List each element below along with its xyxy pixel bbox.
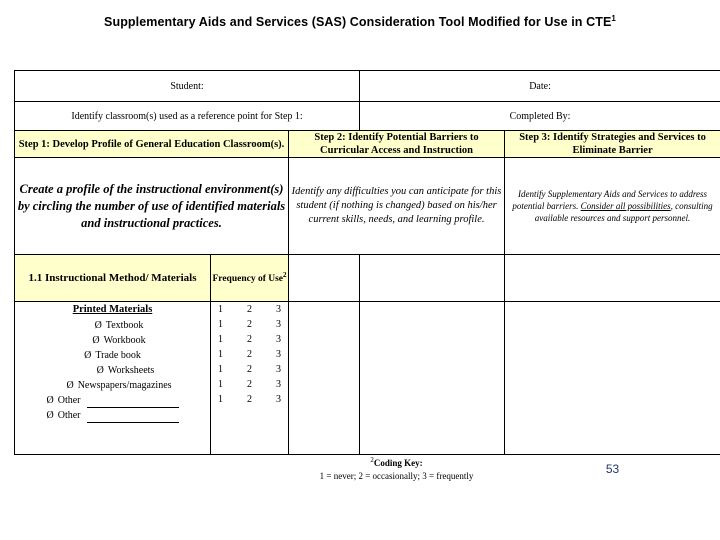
printed-materials-list: Printed Materials Ø Textbook Ø Workbook Ø Tra… [14,301,211,456]
date-field[interactable]: Date: [359,70,720,102]
table-row-materials: Printed Materials Ø Textbook Ø Workbook Ø Tra… [14,301,720,456]
material-item-label: Textbook [105,320,144,331]
frequency-rating-grid[interactable]: 1 2 3 1 2 3 1 2 3 1 2 3 1 2 3 1 2 3 1 2 3 [210,301,289,456]
frequency-row[interactable]: 1 2 3 [211,332,288,347]
step-2-heading: Step 2: Identify Potential Barriers to C… [287,129,506,159]
page-number: 53 [605,462,620,477]
frequency-option[interactable]: 2 [245,377,254,392]
table-row-coding-key: 2Coding Key: 1 = never; 2 = occasionally… [15,455,720,484]
barriers-entry-cell-1[interactable] [287,301,361,456]
step-3-description: Identify Supplementary Aids and Services… [504,157,720,256]
material-item-label: Worksheets [107,365,155,376]
page-title-footnote-marker: 1 [611,14,616,23]
material-item[interactable]: Ø Other [15,408,210,423]
frequency-option[interactable]: 3 [274,377,283,392]
material-item[interactable]: Ø Trade book [15,348,210,363]
frequency-option[interactable]: 1 [216,302,225,317]
material-item-label: Other [57,410,81,421]
checkbox-icon[interactable]: Ø [46,410,53,421]
table-row-reference-completedby: Identify classroom(s) used as a referenc… [13,101,720,131]
frequency-option[interactable]: 3 [274,347,283,362]
frequency-of-use-label: Frequency of Use [212,274,284,285]
material-item[interactable]: Ø Other [15,393,210,408]
material-item[interactable]: Ø Worksheets [15,363,210,378]
frequency-rows: 1 2 3 1 2 3 1 2 3 1 2 3 1 2 3 1 2 3 1 2 3 [211,302,288,407]
printed-materials-title: Printed Materials [72,304,153,316]
step-2-entry-cell-2[interactable] [359,254,506,303]
step-3-description-emphasis: Consider all possibilities [580,201,671,212]
reference-classroom-field[interactable]: Identify classroom(s) used as a referenc… [13,101,361,131]
frequency-option[interactable]: 2 [245,317,254,332]
frequency-option[interactable]: 2 [245,332,254,347]
frequency-option[interactable]: 1 [216,377,225,392]
frequency-row[interactable]: 1 2 3 [211,377,288,392]
coding-key: 2Coding Key: 1 = never; 2 = occasionally… [289,455,505,484]
student-field[interactable]: Student: [13,70,361,102]
frequency-row[interactable]: 1 2 3 [211,302,288,317]
table-row-subsection-headers: 1.1 Instructional Method/ Materials Freq… [14,254,720,303]
coding-key-title: Coding Key: [373,458,423,469]
document-page: Supplementary Aids and Services (SAS) Co… [0,0,720,540]
frequency-option[interactable]: 2 [245,302,254,317]
table-row-step-descriptions: Create a profile of the instructional en… [14,157,720,256]
frequency-of-use-header: Frequency of Use2 [210,254,289,303]
frequency-option[interactable]: 2 [245,347,254,362]
frequency-footnote-marker: 2 [283,271,287,279]
frequency-option[interactable]: 1 [216,347,225,362]
material-item[interactable]: Ø Workbook [15,333,210,348]
frequency-row[interactable]: 1 2 3 [211,392,288,407]
write-in-blank[interactable] [86,412,179,423]
frequency-option[interactable]: 3 [274,302,283,317]
write-in-blank[interactable] [86,397,179,408]
frequency-option[interactable]: 1 [216,362,225,377]
barriers-entry-cell-2[interactable] [359,301,506,456]
frequency-option[interactable]: 1 [216,317,225,332]
frequency-option[interactable]: 1 [216,332,225,347]
sas-consideration-table: Student: Date: Identify classroom(s) use… [13,70,720,484]
frequency-option[interactable]: 2 [245,392,254,407]
table-row-student-date: Student: Date: [13,70,720,102]
step-2-entry-cell-1[interactable] [287,254,361,303]
coding-key-legend: 1 = never; 2 = occasionally; 3 = frequen… [319,471,474,482]
materials-items: Ø Textbook Ø Workbook Ø Trade book Ø Worksheets… [15,318,210,423]
checkbox-icon[interactable]: Ø [66,380,73,391]
checkbox-icon[interactable]: Ø [97,365,104,376]
material-item[interactable]: Ø Newspapers/magazines [15,378,210,393]
material-item-label: Workbook [103,335,146,346]
frequency-option[interactable]: 3 [274,362,283,377]
page-title-text: Supplementary Aids and Services (SAS) Co… [104,15,612,30]
step-1-description: Create a profile of the instructional en… [14,157,289,256]
step-1-heading: Step 1: Develop Profile of General Educa… [14,129,289,159]
strategies-entry-cell[interactable] [504,301,720,456]
frequency-option[interactable]: 3 [274,332,283,347]
checkbox-icon[interactable]: Ø [84,350,91,361]
frequency-option[interactable]: 3 [274,392,283,407]
frequency-row[interactable]: 1 2 3 [211,347,288,362]
step-3-heading: Step 3: Identify Strategies and Services… [504,129,720,159]
material-item[interactable]: Ø Textbook [15,318,210,333]
frequency-row[interactable]: 1 2 3 [211,362,288,377]
step-3-entry-cell[interactable] [504,254,720,303]
frequency-option[interactable]: 3 [274,317,283,332]
table-row-step-headings: Step 1: Develop Profile of General Educa… [14,129,720,159]
step-2-description: Identify any difficulties you can antici… [287,157,506,256]
checkbox-icon[interactable]: Ø [95,320,102,331]
material-item-label: Trade book [95,350,141,361]
frequency-option[interactable]: 1 [216,392,225,407]
completed-by-field[interactable]: Completed By: [359,101,720,131]
material-item-label: Newspapers/magazines [77,380,172,391]
frequency-option[interactable]: 2 [245,362,254,377]
subsection-1-1-label: 1.1 Instructional Method/ Materials [14,254,211,303]
page-title: Supplementary Aids and Services (SAS) Co… [0,14,720,29]
checkbox-icon[interactable]: Ø [46,395,53,406]
frequency-row[interactable]: 1 2 3 [211,317,288,332]
material-item-label: Other [57,395,81,406]
checkbox-icon[interactable]: Ø [92,335,99,346]
